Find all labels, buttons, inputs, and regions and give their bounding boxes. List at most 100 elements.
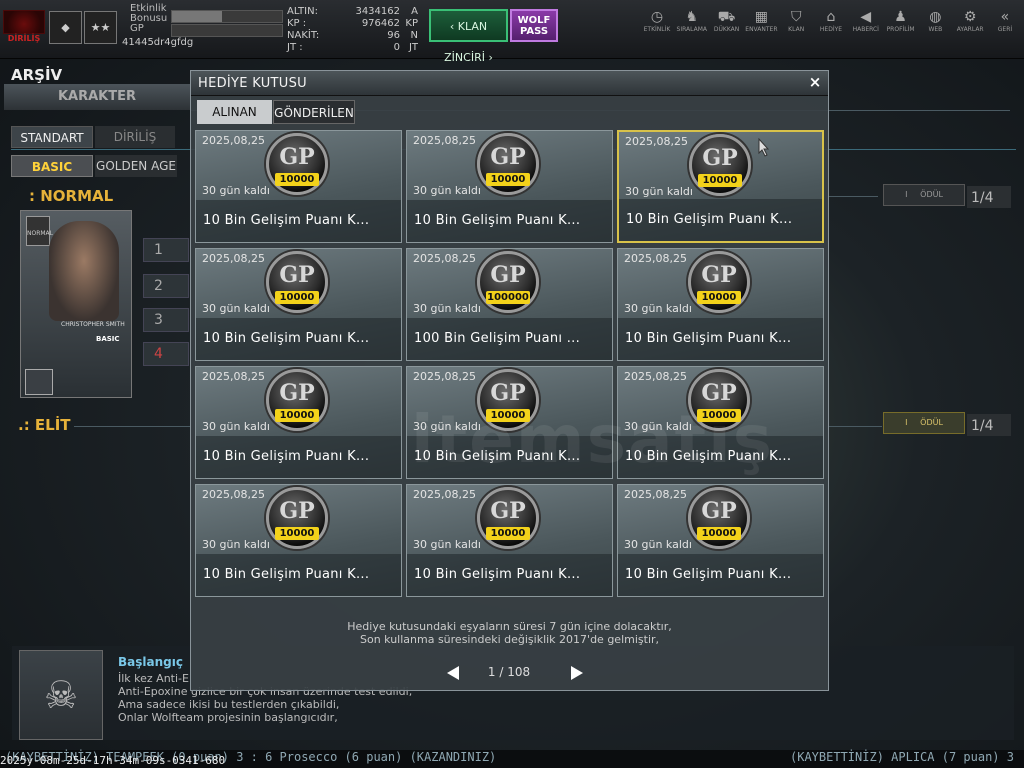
gp-label: GP xyxy=(130,23,144,34)
dialog-titlebar: HEDİYE KUTUSU × xyxy=(191,71,828,96)
character-portrait xyxy=(49,221,119,321)
nav-icon: ◷ xyxy=(650,9,664,25)
next-page-icon[interactable] xyxy=(571,666,583,680)
slot-4[interactable]: 4 xyxy=(143,342,189,366)
nav-icon: « xyxy=(1000,9,1010,25)
gp-coin-icon: GP 10000 xyxy=(266,133,328,195)
gift-date: 2025,08,25 xyxy=(624,488,687,501)
nav-hedi̇ye-button[interactable]: ⌂ HEDİYE xyxy=(814,8,848,48)
player-nickname: 41445dr4gfdg xyxy=(122,37,194,48)
currency-row: JT :0 JT xyxy=(287,42,418,53)
gift-date: 2025,08,25 xyxy=(202,370,265,383)
nav-geri̇-button[interactable]: «GERİ xyxy=(988,8,1022,48)
tab-golden-age[interactable]: GOLDEN AGE xyxy=(95,155,177,177)
mouse-cursor-icon xyxy=(758,138,770,157)
gp-coin-icon: GP 10000 xyxy=(266,251,328,313)
gift-card[interactable]: GP 100000 2025,08,25 30 gün kaldı 100 Bin Ge… xyxy=(406,248,613,361)
gift-name: 10 Bin Gelişim Puanı K... xyxy=(196,318,401,360)
gift-remaining: 30 gün kaldı xyxy=(625,185,693,198)
currency-row: NAKİT: 96 N xyxy=(287,30,418,41)
nav-ayarlar-button[interactable]: ⚙ AYARLAR xyxy=(953,8,987,48)
gift-date: 2025,08,25 xyxy=(202,134,265,147)
gp-coin-icon: GP 10000 xyxy=(688,487,750,549)
gift-card[interactable]: GP 10000 2025,08,25 30 gün kaldı 10 Bin Geli… xyxy=(195,130,402,243)
wolf-pass-button[interactable]: WOLF PASS xyxy=(510,9,558,42)
gift-remaining: 30 gün kaldı xyxy=(202,184,270,197)
gift-card[interactable]: GP 10000 2025,08,25 30 gün kaldı 10 Bin Geli… xyxy=(617,484,824,597)
slot-2[interactable]: 2 xyxy=(143,274,189,298)
nav-icon: ⛟ xyxy=(717,9,736,25)
gift-remaining: 30 gün kaldı xyxy=(202,538,270,551)
gp-coin-icon: GP 10000 xyxy=(266,487,328,549)
slot-3[interactable]: 3 xyxy=(143,308,189,332)
gift-remaining: 30 gün kaldı xyxy=(624,302,692,315)
close-icon[interactable]: × xyxy=(806,73,824,91)
gift-remaining: 30 gün kaldı xyxy=(413,184,481,197)
gp-coin-icon: GP 10000 xyxy=(266,369,328,431)
gift-card[interactable]: GP 10000 2025,08,25 30 gün kaldı 10 Bin Geli… xyxy=(195,366,402,479)
event-bonus-label: Etkinlik Bonusu GP xyxy=(130,4,170,34)
rank-badge: NORMAL xyxy=(26,216,53,246)
rank-stars-icon: ★★ xyxy=(84,11,117,44)
nav-envanter-button[interactable]: ▦ ENVANTER xyxy=(744,8,778,48)
top-bar: DİRİLİŞ ◆ ★★ Etkinlik Bonusu GP 41445dr4… xyxy=(0,0,1024,64)
character-card[interactable]: NORMAL CHRISTOPHER SMITH BASIC xyxy=(20,210,132,398)
normal-reward-button[interactable]: I ÖDÜL xyxy=(883,184,965,206)
tab-standart[interactable]: STANDART xyxy=(11,126,93,148)
nav-siralama-button[interactable]: ♞ SIRALAMA xyxy=(675,8,709,48)
gift-card[interactable]: GP 10000 2025,08,25 30 gün kaldı 10 Bin Geli… xyxy=(406,484,613,597)
nav-icon: ◀ xyxy=(860,9,872,25)
gift-card[interactable]: GP 10000 2025,08,25 30 gün kaldı 10 Bin Geli… xyxy=(195,484,402,597)
elite-reward-button[interactable]: I ÖDÜL xyxy=(883,412,965,434)
gift-card[interactable]: GP 10000 2025,08,25 30 gün kaldı 10 Bin Geli… xyxy=(195,248,402,361)
event-bonus-bar xyxy=(171,10,283,23)
gift-name: 10 Bin Gelişim Puanı K... xyxy=(618,554,823,596)
slot-1[interactable]: 1 xyxy=(143,238,189,262)
gift-box-dialog: HEDİYE KUTUSU × ALINAN GÖNDERİLEN GP 1000… xyxy=(190,70,829,691)
gift-card[interactable]: GP 10000 2025,08,25 30 gün kaldı 10 Bin Geli… xyxy=(406,130,613,243)
gift-date: 2025,08,25 xyxy=(202,488,265,501)
gift-date: 2025,08,25 xyxy=(202,252,265,265)
timestamp: 2025y-08m-25d-17h-34m-09s-0341-680 xyxy=(0,754,226,767)
gift-card[interactable]: GP 10000 2025,08,25 30 gün kaldı 10 Bin Geli… xyxy=(617,130,824,243)
gp-coin-icon: GP 10000 xyxy=(477,487,539,549)
gift-remaining: 30 gün kaldı xyxy=(202,420,270,433)
nav-etki̇nli̇k-button[interactable]: ◷ ETKİNLİK xyxy=(640,8,674,48)
nav-haberci̇-button[interactable]: ◀ HABERCİ xyxy=(849,8,883,48)
pagination: 1 / 108 xyxy=(443,663,583,683)
watermark: itemsatış xyxy=(411,401,774,478)
card-stack-icon xyxy=(25,369,53,395)
nav-dükkan-button[interactable]: ⛟ DÜKKAN xyxy=(710,8,744,48)
gift-name: 10 Bin Gelişim Puanı K... xyxy=(619,199,822,241)
gp-coin-icon: GP 10000 xyxy=(688,251,750,313)
tab-karakter[interactable]: KARAKTER xyxy=(4,84,190,110)
clan-chain-button[interactable]: ‹ KLAN ZİNCİRİ › xyxy=(429,9,508,64)
tab-dirilis[interactable]: DİRİLİŞ xyxy=(95,126,175,148)
expiry-notice: Hediye kutusundaki eşyaların süresi 7 gü… xyxy=(347,620,672,646)
gift-date: 2025,08,25 xyxy=(624,252,687,265)
gift-date: 2025,08,25 xyxy=(413,488,476,501)
gp-bar xyxy=(171,24,283,37)
character-name: CHRISTOPHER SMITH xyxy=(61,321,125,328)
elite-progress: 1/4 xyxy=(967,414,1011,436)
page-title: ARŞİV xyxy=(11,66,63,84)
nav-icon: ▦ xyxy=(754,9,768,25)
normal-section-label: : NORMAL xyxy=(29,187,114,205)
gift-remaining: 30 gün kaldı xyxy=(413,302,481,315)
game-logo: DİRİLİŞ xyxy=(3,10,45,44)
wolf-skull-emblem-icon: ☠ xyxy=(19,650,103,740)
nav-web-button[interactable]: ◍ WEB xyxy=(918,8,952,48)
gift-date: 2025,08,25 xyxy=(413,370,476,383)
tab-received[interactable]: ALINAN xyxy=(197,100,272,124)
prev-page-icon[interactable] xyxy=(447,666,459,680)
gift-card[interactable]: GP 10000 2025,08,25 30 gün kaldı 10 Bin Geli… xyxy=(617,248,824,361)
elite-section-label: .: ELİT xyxy=(18,416,71,434)
nav-klan-button[interactable]: ⛉ KLAN xyxy=(779,8,813,48)
nav-profi̇li̇m-button[interactable]: ♟ PROFİLİM xyxy=(884,8,918,48)
gp-coin-icon: GP 10000 xyxy=(689,134,751,196)
gift-date: 2025,08,25 xyxy=(413,252,476,265)
nav-icon: ♟ xyxy=(894,9,907,25)
tab-basic[interactable]: BASIC xyxy=(11,155,93,177)
tab-sent[interactable]: GÖNDERİLEN xyxy=(273,100,355,124)
gift-remaining: 30 gün kaldı xyxy=(202,302,270,315)
